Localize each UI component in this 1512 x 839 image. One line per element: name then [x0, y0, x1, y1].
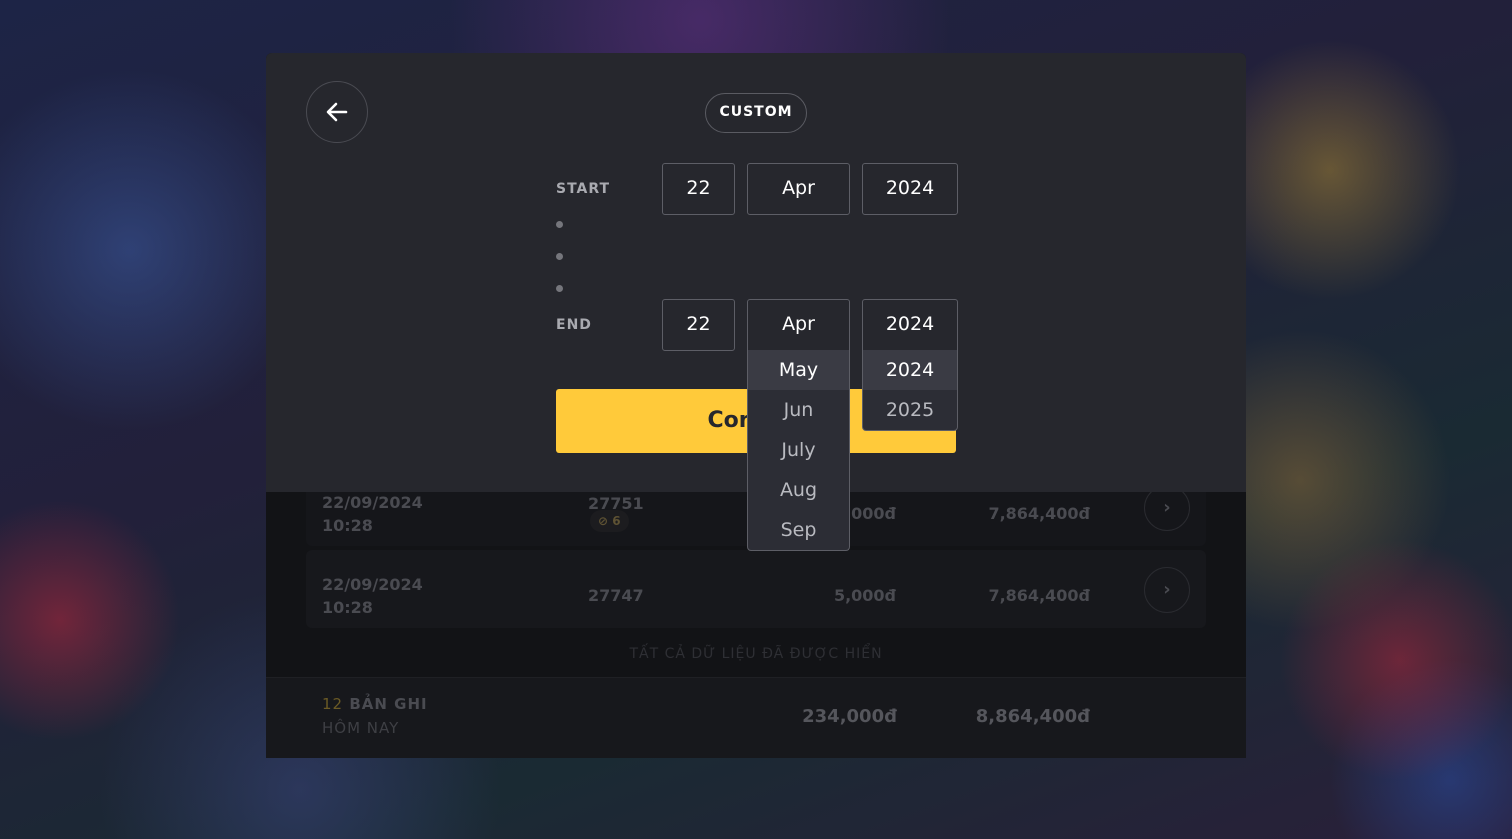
- end-day-field[interactable]: 22: [662, 299, 735, 351]
- record-count-number: 12: [322, 695, 344, 713]
- row-amount: 5,000đ: [833, 586, 896, 605]
- year-option[interactable]: 2024: [863, 350, 957, 390]
- all-loaded-text: TẤT CẢ DỮ LIỆU ĐÃ ĐƯỢC HIỂN: [629, 646, 883, 662]
- start-label: START: [556, 181, 611, 197]
- period-label: HÔM NAY: [322, 719, 400, 737]
- month-option[interactable]: July: [748, 430, 849, 470]
- month-option[interactable]: Jun: [748, 390, 849, 430]
- start-month-field[interactable]: Apr: [747, 163, 850, 215]
- start-year-field[interactable]: 2024: [862, 163, 958, 215]
- row-date: 22/09/2024: [322, 575, 423, 594]
- total-amount: 234,000đ: [802, 706, 897, 727]
- row-balance: 7,864,400đ: [988, 504, 1090, 523]
- month-option[interactable]: May: [748, 350, 849, 390]
- range-mode-pill[interactable]: CUSTOM: [705, 93, 807, 133]
- cancel-icon: ⊘: [598, 514, 609, 528]
- record-count-label: BẢN GHI: [349, 695, 428, 713]
- start-day-field[interactable]: 22: [662, 163, 735, 215]
- arrow-left-icon: [326, 102, 348, 122]
- row-date: 22/09/2024: [322, 493, 423, 512]
- total-balance: 8,864,400đ: [975, 706, 1090, 727]
- summary-footer: 12 BẢN GHI HÔM NAY 234,000đ 8,864,400đ: [266, 677, 1246, 758]
- back-button[interactable]: [306, 81, 368, 143]
- year-dropdown: 2024 2025: [862, 350, 958, 431]
- range-dot: [556, 221, 563, 228]
- month-option[interactable]: Sep: [748, 510, 849, 550]
- badge-count: 6: [612, 514, 621, 528]
- chevron-right-icon[interactable]: ›: [1144, 567, 1190, 613]
- range-dot: [556, 253, 563, 260]
- end-month-field[interactable]: Apr: [747, 299, 850, 351]
- year-option[interactable]: 2025: [863, 390, 957, 430]
- record-count: 12 BẢN GHI: [322, 695, 428, 713]
- end-label: END: [556, 317, 592, 333]
- month-option[interactable]: Aug: [748, 470, 849, 510]
- row-time: 10:28: [322, 516, 373, 535]
- month-dropdown: May Jun July Aug Sep: [747, 350, 850, 551]
- range-dot: [556, 285, 563, 292]
- end-year-field[interactable]: 2024: [862, 299, 958, 351]
- row-balance: 7,864,400đ: [988, 586, 1090, 605]
- row-code: 27747: [588, 586, 644, 605]
- table-row[interactable]: 22/09/2024 10:28 27747 5,000đ 7,864,400đ…: [306, 550, 1206, 628]
- status-badge: ⊘ 6: [590, 510, 629, 532]
- row-time: 10:28: [322, 598, 373, 617]
